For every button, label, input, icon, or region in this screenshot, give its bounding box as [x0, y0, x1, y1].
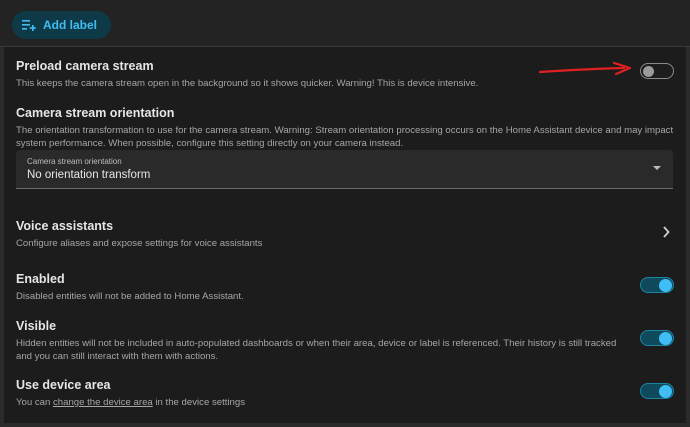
bottom-edge [0, 423, 690, 427]
toggle-knob [643, 65, 654, 77]
toggle-knob [659, 278, 672, 292]
visible-description: Hidden entities will not be included in … [16, 338, 617, 362]
orientation-select[interactable]: Camera stream orientation No orientation… [16, 150, 673, 189]
red-arrow-annotation [538, 62, 632, 76]
voice-description: Configure aliases and expose settings fo… [16, 238, 263, 249]
visible-toggle[interactable] [640, 330, 674, 346]
top-bar: Add label [0, 0, 690, 47]
visible-setting: Visible Hidden entities will not be incl… [16, 319, 674, 363]
device-area-prefix: You can [16, 397, 53, 408]
select-floating-label: Camera stream orientation [27, 157, 122, 166]
voice-title: Voice assistants [16, 219, 114, 233]
left-edge [0, 0, 4, 427]
add-label-button[interactable]: Add label [12, 11, 112, 39]
preload-toggle[interactable] [640, 63, 674, 79]
toggle-knob [659, 384, 672, 398]
device-area-title: Use device area [16, 378, 111, 392]
enabled-setting: Enabled Disabled entities will not be ad… [16, 272, 674, 303]
chevron-right-icon[interactable] [662, 226, 670, 238]
device-area-description: You can change the device area in the de… [16, 396, 674, 409]
enabled-toggle[interactable] [640, 277, 674, 293]
preload-description: This keeps the camera stream open in the… [16, 78, 479, 89]
change-device-area-link[interactable]: change the device area [53, 397, 153, 408]
add-list-icon [22, 20, 36, 31]
device-area-suffix: in the device settings [152, 397, 246, 408]
visible-title: Visible [16, 319, 57, 333]
voice-assistants-row[interactable]: Voice assistants Configure aliases and e… [16, 219, 674, 250]
orientation-description: The orientation transformation to use fo… [16, 125, 674, 149]
enabled-title: Enabled [16, 272, 65, 286]
device-area-toggle[interactable] [640, 383, 674, 399]
orientation-title: Camera stream orientation [16, 106, 175, 120]
orientation-setting: Camera stream orientation The orientatio… [16, 106, 674, 150]
add-label-text: Add label [43, 18, 98, 32]
device-area-setting: Use device area You can change the devic… [16, 378, 674, 409]
right-edge [686, 0, 690, 427]
caret-down-icon [653, 166, 661, 170]
select-value: No orientation transform [27, 169, 151, 181]
toggle-knob [659, 331, 672, 345]
enabled-description: Disabled entities will not be added to H… [16, 291, 244, 302]
